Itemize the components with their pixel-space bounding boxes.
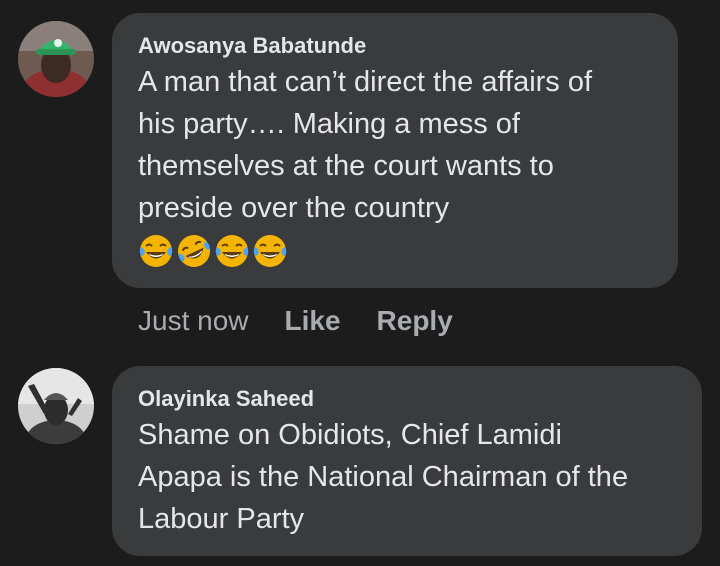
comment-text-line: his party…. Making a mess of	[138, 108, 520, 140]
comment-text-line: Apapa is the National Chairman of the	[138, 461, 629, 493]
reply-button[interactable]: Reply	[377, 305, 453, 337]
comment-text-line: preside over the country	[138, 192, 450, 224]
comment-text: Shame on Obidiots, Chief Lamidi Apapa is…	[138, 414, 698, 540]
emoji-row	[138, 233, 288, 269]
comment-actions: Just now Like Reply	[138, 305, 453, 337]
face-with-tears-of-joy-icon	[215, 235, 249, 267]
comment-text-line: Labour Party	[138, 503, 305, 535]
comment-timestamp[interactable]: Just now	[138, 305, 249, 337]
comment-text-line: Shame on Obidiots, Chief Lamidi	[138, 419, 562, 451]
like-button[interactable]: Like	[285, 305, 341, 337]
avatar[interactable]	[18, 21, 94, 97]
avatar[interactable]	[18, 368, 94, 444]
comment-author[interactable]: Awosanya Babatunde	[138, 33, 366, 59]
comment-text: A man that can’t direct the affairs of h…	[138, 61, 668, 229]
rolling-on-floor-laughing-icon	[178, 235, 210, 267]
comment-text-line: themselves at the court wants to	[138, 150, 554, 182]
face-with-tears-of-joy-icon	[253, 235, 287, 267]
comment-author[interactable]: Olayinka Saheed	[138, 386, 314, 412]
comment-text-line: A man that can’t direct the affairs of	[138, 66, 593, 98]
face-with-tears-of-joy-icon	[139, 235, 173, 267]
